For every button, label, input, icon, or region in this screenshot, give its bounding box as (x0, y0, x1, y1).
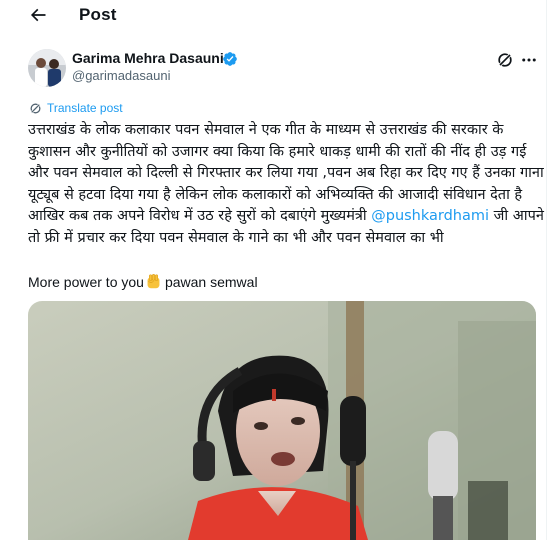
tweet-line2-name: pawan semwal (164, 273, 258, 290)
avatar[interactable] (28, 49, 66, 87)
post-header: Post (0, 0, 556, 30)
back-button[interactable] (26, 3, 50, 27)
mention-link[interactable]: @pushkardhami (371, 208, 489, 224)
tweet-text-line2: More power to you pawan semwal (28, 273, 258, 290)
page-title: Post (79, 5, 117, 24)
tweet-line2-text: More power to you (28, 273, 144, 290)
translate-icon (30, 102, 41, 114)
translate-post-link[interactable]: Translate post (29, 101, 123, 115)
raised-fist-emoji-icon (147, 274, 160, 289)
author-name[interactable]: Garima Mehra Dasauni (72, 50, 224, 66)
more-options-button[interactable] (518, 50, 540, 70)
grok-button[interactable] (495, 50, 515, 70)
tweet-text: उत्तराखंड के लोक कलाकार पवन सेमवाल ने एक… (28, 120, 544, 249)
verified-badge-icon (223, 52, 237, 66)
grok-icon (497, 52, 513, 68)
media-video-thumbnail[interactable] (28, 301, 536, 540)
translate-label: Translate post (47, 101, 123, 115)
column-border (546, 0, 547, 540)
author-handle[interactable]: @garimadasauni (72, 68, 170, 83)
arrow-left-icon (30, 8, 46, 22)
more-horizontal-icon (522, 58, 536, 62)
